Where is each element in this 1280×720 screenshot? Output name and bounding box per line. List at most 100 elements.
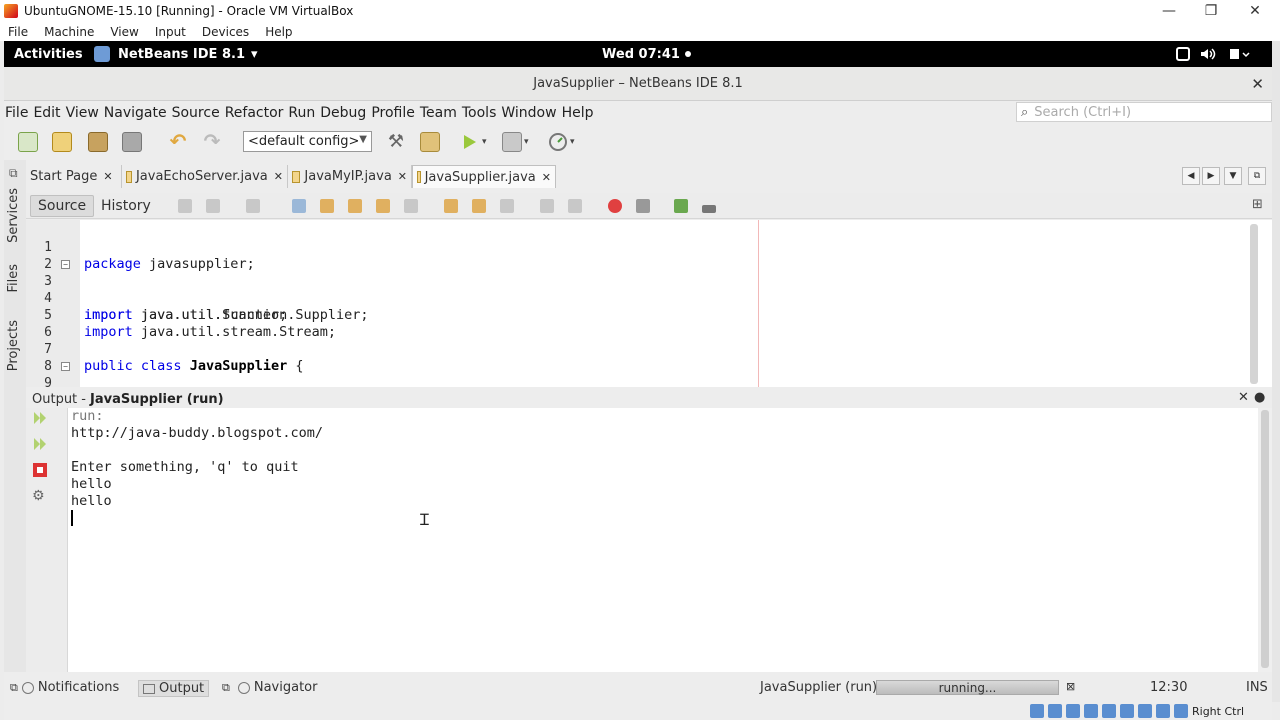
- config-select[interactable]: <default config> ▼: [243, 131, 372, 152]
- power-icon[interactable]: [1228, 41, 1250, 67]
- output-scrollbar[interactable]: [1258, 408, 1272, 672]
- menu-view[interactable]: View: [65, 105, 101, 121]
- vbox-menu-file[interactable]: File: [0, 25, 36, 39]
- side-tab-projects[interactable]: Projects: [6, 320, 21, 371]
- find-next-icon[interactable]: [348, 199, 362, 213]
- scrollbar-thumb[interactable]: [1261, 410, 1269, 668]
- menu-profile[interactable]: Profile: [370, 105, 417, 121]
- tab-close-icon[interactable]: ✕: [274, 170, 283, 183]
- vbox-menu-machine[interactable]: Machine: [36, 25, 102, 39]
- stop-macro-icon[interactable]: [636, 199, 650, 213]
- tab-java-supplier[interactable]: JavaSupplier.java ✕: [412, 165, 556, 188]
- show-opened-documents-icon[interactable]: ▼: [1224, 167, 1242, 185]
- menu-source[interactable]: Source: [171, 105, 222, 121]
- split-editor-icon[interactable]: ⊞: [1252, 197, 1263, 212]
- profile-icon[interactable]: [548, 132, 568, 152]
- display-icon[interactable]: [1138, 704, 1152, 718]
- new-file-icon[interactable]: [18, 132, 38, 152]
- app-menu[interactable]: NetBeans IDE 8.1 ▾: [94, 41, 258, 67]
- output-minimize-icon[interactable]: ●: [1254, 390, 1265, 405]
- run-icon[interactable]: [460, 132, 480, 152]
- progress-bar[interactable]: running...: [876, 680, 1059, 695]
- find-previous-icon[interactable]: [320, 199, 334, 213]
- debug-icon[interactable]: [502, 132, 522, 152]
- volume-icon[interactable]: [1200, 41, 1216, 67]
- toggle-highlight-icon[interactable]: [376, 199, 390, 213]
- menu-help[interactable]: Help: [561, 105, 596, 121]
- build-icon[interactable]: ⚒: [386, 132, 406, 152]
- vbox-menu-help[interactable]: Help: [257, 25, 300, 39]
- scroll-tabs-left-icon[interactable]: ◀: [1182, 167, 1200, 185]
- fold-collapse-icon[interactable]: −: [61, 362, 70, 371]
- last-edit-icon[interactable]: [178, 199, 192, 213]
- network-icon[interactable]: [1084, 704, 1098, 718]
- scroll-tabs-right-icon[interactable]: ▶: [1202, 167, 1220, 185]
- profile-dropdown-icon[interactable]: ▾: [570, 132, 580, 152]
- tab-close-icon[interactable]: ✕: [542, 171, 551, 184]
- start-macro-icon[interactable]: [608, 199, 622, 213]
- forward-icon[interactable]: [246, 199, 260, 213]
- menu-window[interactable]: Window: [500, 105, 558, 121]
- optical-drive-icon[interactable]: [1048, 704, 1062, 718]
- find-selection-icon[interactable]: [292, 199, 306, 213]
- new-project-icon[interactable]: [52, 132, 72, 152]
- comment-icon[interactable]: [674, 199, 688, 213]
- next-bookmark-icon[interactable]: [472, 199, 486, 213]
- tab-start-page[interactable]: Start Page ✕: [26, 165, 122, 188]
- rerun-icon[interactable]: [32, 410, 48, 426]
- restore-window-group-icon[interactable]: ⧉: [9, 166, 18, 181]
- menu-navigate[interactable]: Navigate: [103, 105, 169, 121]
- netbeans-close-icon[interactable]: ✕: [1251, 75, 1264, 93]
- side-tab-files[interactable]: Files: [6, 264, 21, 293]
- hard-disk-icon[interactable]: [1030, 704, 1044, 718]
- editor-scrollbar[interactable]: [1250, 224, 1258, 384]
- shift-left-icon[interactable]: [540, 199, 554, 213]
- shared-folders-icon[interactable]: [1120, 704, 1134, 718]
- debug-dropdown-icon[interactable]: ▾: [524, 132, 534, 152]
- previous-bookmark-icon[interactable]: [444, 199, 458, 213]
- cancel-task-icon[interactable]: ⊠: [1066, 680, 1075, 693]
- redo-icon[interactable]: ↷: [202, 131, 222, 152]
- settings-icon[interactable]: ⚙: [32, 488, 48, 504]
- tab-java-my-ip[interactable]: JavaMyIP.java ✕: [288, 165, 412, 188]
- window-icon[interactable]: [1176, 41, 1190, 67]
- status-notifications[interactable]: ⧉ Notifications: [10, 680, 119, 695]
- clock[interactable]: Wed 07:41: [602, 41, 691, 67]
- uncomment-icon[interactable]: [702, 205, 716, 213]
- maximize-window-icon[interactable]: ⧉: [1248, 167, 1266, 185]
- run-dropdown-icon[interactable]: ▾: [482, 132, 492, 152]
- stop-icon[interactable]: [32, 462, 48, 478]
- menu-run[interactable]: Run: [287, 105, 317, 121]
- vbox-menu-view[interactable]: View: [102, 25, 146, 39]
- menu-edit[interactable]: Edit: [32, 105, 62, 121]
- menu-refactor[interactable]: Refactor: [224, 105, 286, 121]
- menu-file[interactable]: File: [4, 105, 30, 121]
- undo-icon[interactable]: ↶: [168, 131, 188, 152]
- tab-close-icon[interactable]: ✕: [398, 170, 407, 183]
- code-editor[interactable]: 1 package javasupplier; 2 3 − import jav…: [26, 220, 1272, 387]
- tab-close-icon[interactable]: ✕: [103, 170, 112, 183]
- restore-button[interactable]: ❐: [1188, 0, 1234, 22]
- menu-debug[interactable]: Debug: [319, 105, 368, 121]
- back-icon[interactable]: [206, 199, 220, 213]
- clean-build-icon[interactable]: [420, 132, 440, 152]
- status-output[interactable]: Output: [138, 680, 210, 697]
- source-tab[interactable]: Source: [30, 195, 95, 217]
- tab-java-echo-server[interactable]: JavaEchoServer.java ✕: [122, 165, 288, 188]
- output-close-icon[interactable]: ✕: [1238, 390, 1249, 405]
- vbox-menu-devices[interactable]: Devices: [194, 25, 257, 39]
- search-field[interactable]: ⌕ Search (Ctrl+I): [1016, 102, 1272, 122]
- output-console[interactable]: run: http://java-buddy.blogspot.com/ Ent…: [68, 408, 1258, 672]
- mouse-integration-icon[interactable]: [1174, 704, 1188, 718]
- shift-right-icon[interactable]: [568, 199, 582, 213]
- activities-button[interactable]: Activities: [14, 41, 83, 67]
- open-project-icon[interactable]: [88, 132, 108, 152]
- task-name[interactable]: JavaSupplier (run): [760, 680, 877, 695]
- rerun-different-params-icon[interactable]: [32, 436, 48, 452]
- save-all-icon[interactable]: [122, 132, 142, 152]
- capture-icon[interactable]: [1156, 704, 1170, 718]
- vbox-menu-input[interactable]: Input: [147, 25, 194, 39]
- usb-icon[interactable]: [1102, 704, 1116, 718]
- minimize-button[interactable]: —: [1146, 0, 1192, 22]
- history-tab[interactable]: History: [94, 195, 158, 217]
